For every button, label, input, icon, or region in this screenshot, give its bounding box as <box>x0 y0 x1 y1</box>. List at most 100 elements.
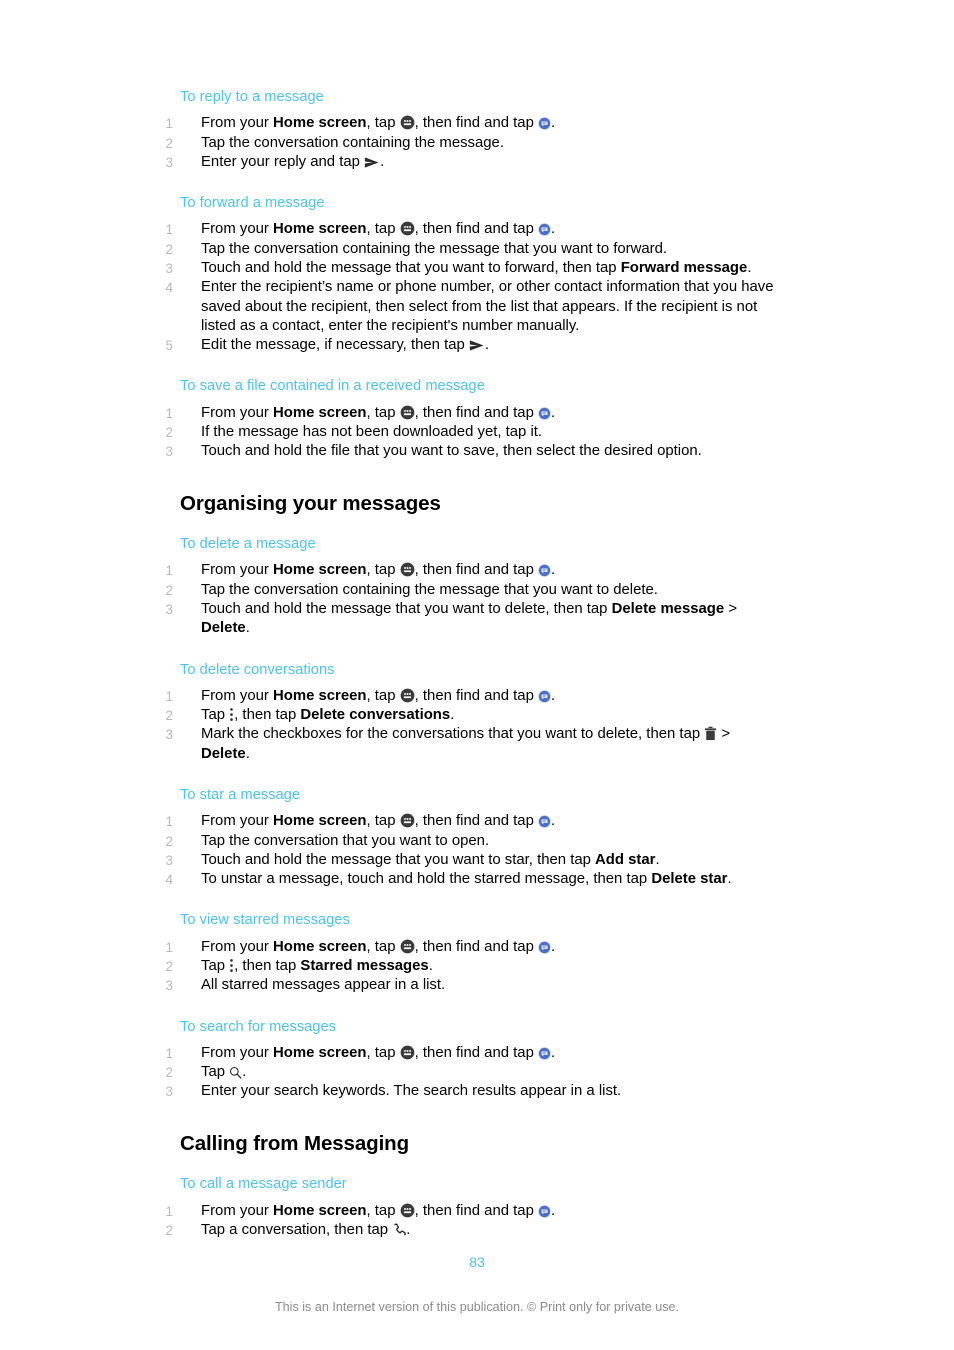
procedure-title: To delete a message <box>180 536 316 553</box>
procedure-step: 3 Touch and hold the file that you want t… <box>166 442 780 461</box>
step-number: 5 <box>165 338 173 354</box>
step-number: 3 <box>165 852 173 868</box>
messaging-app-icon <box>538 815 551 829</box>
phone-call-icon <box>392 1223 407 1237</box>
app-drawer-icon <box>400 813 415 828</box>
messaging-app-icon <box>538 223 551 237</box>
app-drawer-icon <box>400 221 415 236</box>
step-number: 1 <box>165 405 173 421</box>
procedure-step: 2 Tap . <box>166 1063 780 1082</box>
procedure-block: To save a file contained in a received m… <box>166 377 780 462</box>
send-icon <box>364 156 380 169</box>
procedure-title: To search for messages <box>180 1018 337 1035</box>
step-number: 2 <box>165 1065 173 1081</box>
procedure-steps: 1 From your Home screen, tap , then find … <box>166 220 780 355</box>
page-number: 83 <box>469 1254 485 1270</box>
procedure-block: To search for messages 1 From your Home sc… <box>166 1018 780 1102</box>
procedure-step: 1 From your Home screen, tap , then find … <box>166 404 780 423</box>
step-text: To unstar a message, touch and hold the … <box>201 871 732 888</box>
procedure-title: To delete conversations <box>180 661 335 678</box>
step-number: 2 <box>165 708 173 724</box>
messaging-app-icon <box>538 689 551 703</box>
step-text: Touch and hold the message that you want… <box>201 259 752 276</box>
step-text: Touch and hold the message that you want… <box>201 851 660 868</box>
procedure-title: To forward a message <box>180 195 325 212</box>
step-number: 3 <box>165 601 173 617</box>
step-number: 2 <box>165 582 173 598</box>
procedure-step: 1 From your Home screen, tap , then find … <box>166 1202 780 1221</box>
procedure-step: 1 From your Home screen, tap , then find … <box>166 220 780 239</box>
step-number: 1 <box>165 563 173 579</box>
app-drawer-icon <box>400 1045 415 1060</box>
content-section: Organising your messages To delete a mess… <box>166 492 780 1102</box>
messaging-app-icon <box>538 1046 551 1060</box>
procedure-step: 2 Tap the conversation that you want to o… <box>166 832 780 851</box>
procedure-step: 3 Enter your reply and tap . <box>166 153 780 172</box>
procedure-step: 4 Enter the recipient’s name or phone num… <box>166 278 780 336</box>
step-text: From your Home screen, tap , then find a… <box>201 687 556 704</box>
procedure-title: To star a message <box>180 787 301 803</box>
procedure-step: 4 To unstar a message, touch and hold the… <box>166 870 780 889</box>
step-text: From your Home screen, tap , then find a… <box>201 1202 556 1219</box>
step-text: Mark the checkboxes for the conversation… <box>201 726 731 762</box>
step-number: 1 <box>165 814 173 830</box>
app-drawer-icon <box>400 939 415 954</box>
step-number: 2 <box>165 135 173 151</box>
step-text: If the message has not been downloaded y… <box>201 423 543 440</box>
step-number: 1 <box>165 1045 173 1061</box>
content-section: Calling from Messaging To call a message … <box>166 1132 780 1240</box>
step-text: Enter your reply and tap . <box>201 153 385 170</box>
procedure-steps: 1 From your Home screen, tap , then find … <box>166 938 780 996</box>
trash-icon <box>704 726 717 741</box>
procedure-step: 1 From your Home screen, tap , then find … <box>166 687 780 706</box>
app-drawer-icon <box>400 115 415 130</box>
step-text: Tap a conversation, then tap . <box>201 1221 411 1238</box>
step-number: 4 <box>165 872 173 888</box>
step-text: From your Home screen, tap , then find a… <box>201 221 556 238</box>
procedure-step: 3 Touch and hold the message that you wan… <box>166 600 780 639</box>
content-section: To reply to a message 1 From your Home scr… <box>166 88 780 462</box>
procedure-step: 3 All starred messages appear in a list. <box>166 976 780 995</box>
procedure-step: 3 Mark the checkboxes for the conversatio… <box>166 725 780 764</box>
procedure-steps: 1 From your Home screen, tap , then find … <box>166 404 780 462</box>
step-number: 2 <box>165 958 173 974</box>
page-content: To reply to a message 1 From your Home scr… <box>166 88 780 1240</box>
procedure-step: 2 Tap a conversation, then tap . <box>166 1221 780 1240</box>
search-icon <box>229 1066 242 1079</box>
app-drawer-icon <box>400 688 415 703</box>
step-text: From your Home screen, tap , then find a… <box>201 813 556 830</box>
messaging-app-icon <box>538 117 551 131</box>
step-text: Enter your search keywords. The search r… <box>201 1083 622 1100</box>
procedure-step: 1 From your Home screen, tap , then find … <box>166 938 780 957</box>
procedure-steps: 1 From your Home screen, tap , then find … <box>166 114 780 172</box>
step-text: Tap . <box>201 1064 247 1081</box>
step-text: Tap , then tap Delete conversations. <box>201 707 455 724</box>
overflow-menu-icon <box>229 707 234 722</box>
document-page: To reply to a message 1 From your Home scr… <box>0 0 954 1350</box>
step-text: Edit the message, if necessary, then tap… <box>201 337 490 354</box>
procedure-step: 2 Tap the conversation containing the mes… <box>166 134 780 153</box>
step-number: 1 <box>165 939 173 955</box>
procedure-block: To call a message sender 1 From your Home … <box>166 1175 780 1240</box>
procedure-block: To delete a message 1 From your Home scree… <box>166 535 780 639</box>
step-number: 2 <box>165 424 173 440</box>
procedure-steps: 1 From your Home screen, tap , then find … <box>166 812 780 889</box>
step-text: From your Home screen, tap , then find a… <box>201 404 556 421</box>
step-number: 3 <box>165 260 173 276</box>
step-number: 3 <box>165 154 173 170</box>
step-text: Tap the conversation that you want to op… <box>201 832 490 849</box>
procedure-step: 1 From your Home screen, tap , then find … <box>166 1044 780 1063</box>
procedure-steps: 1 From your Home screen, tap , then find … <box>166 1044 780 1102</box>
messaging-app-icon <box>538 1204 551 1218</box>
procedure-step: 1 From your Home screen, tap , then find … <box>166 114 780 133</box>
step-text: Tap the conversation containing the mess… <box>201 581 658 598</box>
procedure-step: 1 From your Home screen, tap , then find … <box>166 561 780 580</box>
procedure-title: To call a message sender <box>180 1176 347 1193</box>
step-text: Enter the recipient’s name or phone numb… <box>201 279 774 334</box>
step-number: 1 <box>165 688 173 704</box>
step-number: 1 <box>165 1203 173 1219</box>
step-text: Tap , then tap Starred messages. <box>201 957 433 974</box>
procedure-block: To forward a message 1 From your Home scre… <box>166 194 780 355</box>
procedure-step: 2 If the message has not been downloaded … <box>166 423 780 442</box>
procedure-step: 3 Enter your search keywords. The search … <box>166 1082 780 1101</box>
